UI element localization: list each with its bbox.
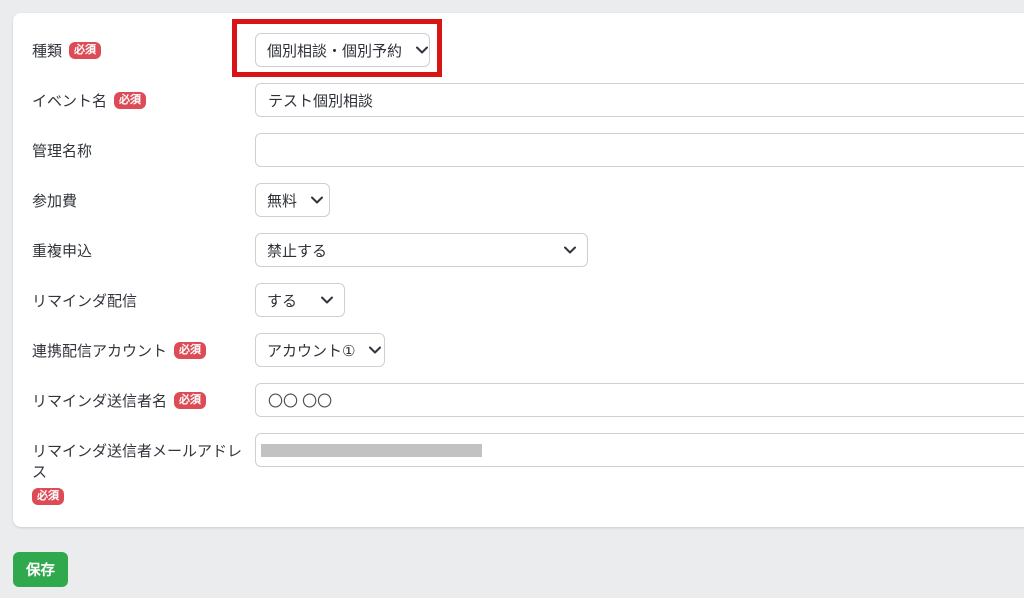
event-name-label: イベント名 <box>32 90 107 111</box>
field-control: 個別相談・個別予約 <box>255 33 1024 67</box>
event-name-input[interactable] <box>255 83 1024 117</box>
chevron-down-icon <box>369 346 381 354</box>
save-button[interactable]: 保存 <box>13 552 68 587</box>
field-control <box>255 383 1024 417</box>
duplicate-application-label: 重複申込 <box>32 240 92 261</box>
duplicate-application-select[interactable]: 禁止する <box>255 233 588 267</box>
reminder-sender-name-label: リマインダ送信者名 <box>32 390 167 411</box>
required-badge: 必須 <box>174 342 206 359</box>
chevron-down-icon <box>564 246 576 254</box>
form-row-fee: 参加費 無料 <box>32 183 1024 217</box>
admin-name-input[interactable] <box>255 133 1024 167</box>
linked-account-select[interactable]: アカウント① <box>255 333 385 367</box>
form-row-admin-name: 管理名称 <box>32 133 1024 167</box>
field-label-group: 管理名称 <box>32 140 255 161</box>
field-label-group: リマインダ送信者名 必須 <box>32 390 255 411</box>
chevron-down-icon <box>321 296 333 304</box>
form-row-reminder-sender-email: リマインダ送信者メールアドレス 必須 <box>32 433 1024 505</box>
linked-account-label: 連携配信アカウント <box>32 340 167 361</box>
select-value: 禁止する <box>267 240 327 261</box>
field-label-group: イベント名 必須 <box>32 90 255 111</box>
field-control <box>255 83 1024 117</box>
reminder-sender-email-input[interactable] <box>255 433 1024 467</box>
admin-name-label: 管理名称 <box>32 140 92 161</box>
highlight-wrapper: 個別相談・個別予約 <box>255 33 430 67</box>
chevron-down-icon <box>311 196 323 204</box>
field-label-group: 重複申込 <box>32 240 255 261</box>
field-control: する <box>255 283 1024 317</box>
form-row-linked-account: 連携配信アカウント 必須 アカウント① <box>32 333 1024 367</box>
reminder-delivery-select[interactable]: する <box>255 283 345 317</box>
field-label-group: 種類 必須 <box>32 40 255 61</box>
field-control: 無料 <box>255 183 1024 217</box>
field-control: アカウント① <box>255 333 1024 367</box>
reminder-sender-email-label: リマインダ送信者メールアドレス <box>32 440 255 482</box>
form-row-type: 種類 必須 個別相談・個別予約 <box>32 33 1024 67</box>
form-row-duplicate-application: 重複申込 禁止する <box>32 233 1024 267</box>
form-row-reminder-sender-name: リマインダ送信者名 必須 <box>32 383 1024 417</box>
select-value: アカウント① <box>267 340 355 361</box>
reminder-sender-name-input[interactable] <box>255 383 1024 417</box>
redacted-email-value <box>261 444 482 457</box>
select-value: する <box>267 290 297 311</box>
required-badge: 必須 <box>32 488 64 505</box>
type-select[interactable]: 個別相談・個別予約 <box>255 33 430 67</box>
required-badge: 必須 <box>174 392 206 409</box>
required-badge: 必須 <box>114 92 146 109</box>
required-badge: 必須 <box>69 42 101 59</box>
chevron-down-icon <box>416 46 428 54</box>
field-control: 禁止する <box>255 233 1024 267</box>
field-label-group: リマインダ送信者メールアドレス 必須 <box>32 433 255 505</box>
field-label-group: リマインダ配信 <box>32 290 255 311</box>
reminder-delivery-label: リマインダ配信 <box>32 290 137 311</box>
field-control <box>255 133 1024 167</box>
select-value: 個別相談・個別予約 <box>267 40 402 61</box>
select-value: 無料 <box>267 190 297 211</box>
event-settings-form-card: 種類 必須 個別相談・個別予約 イベント名 必須 <box>13 13 1024 527</box>
fee-label: 参加費 <box>32 190 77 211</box>
field-control <box>255 433 1024 467</box>
field-label-group: 連携配信アカウント 必須 <box>32 340 255 361</box>
form-row-event-name: イベント名 必須 <box>32 83 1024 117</box>
fee-select[interactable]: 無料 <box>255 183 330 217</box>
form-row-reminder-delivery: リマインダ配信 する <box>32 283 1024 317</box>
field-label-group: 参加費 <box>32 190 255 211</box>
type-label: 種類 <box>32 40 62 61</box>
